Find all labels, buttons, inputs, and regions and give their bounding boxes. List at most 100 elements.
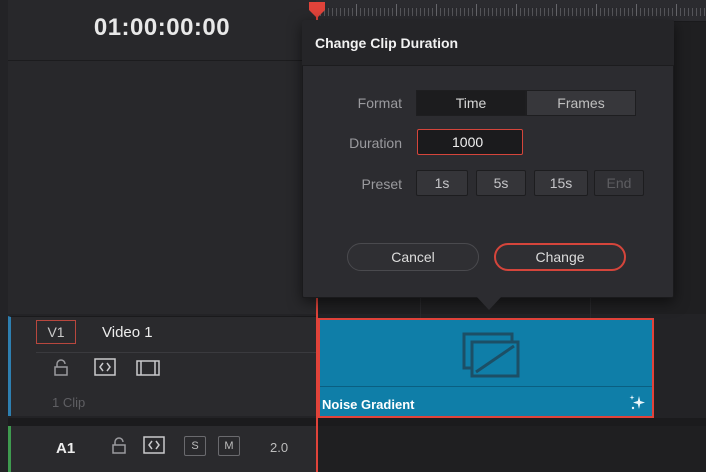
ruler-tick (416, 8, 417, 16)
audio-level: 2.0 (270, 440, 289, 455)
ruler-tick (584, 8, 585, 16)
ruler-tick (420, 8, 421, 16)
ruler-tick (512, 8, 513, 16)
ruler-tick (408, 8, 409, 16)
track-id-a1[interactable]: A1 (56, 440, 75, 457)
ruler-tick (448, 8, 449, 16)
ruler-tick (624, 8, 625, 16)
ruler-tick (532, 8, 533, 16)
ruler-tick (336, 8, 337, 16)
ruler-tick (444, 8, 445, 16)
ruler-tick (432, 8, 433, 16)
ruler-tick (464, 8, 465, 16)
ruler-tick (516, 4, 517, 16)
ruler-tick (496, 8, 497, 16)
track-id-v1[interactable]: V1 (36, 320, 76, 344)
ruler-tick (568, 8, 569, 16)
ruler-tick (528, 8, 529, 16)
ruler-tick (328, 8, 329, 16)
preset-label: Preset (361, 176, 402, 192)
ruler-tick (544, 8, 545, 16)
solo-button[interactable]: S (184, 436, 206, 456)
ruler-tick (696, 8, 697, 16)
format-option-time[interactable]: Time (416, 90, 526, 116)
ruler-tick (436, 4, 437, 16)
preset-end-button[interactable]: End (594, 170, 644, 196)
playhead-handle-icon[interactable] (307, 0, 327, 20)
ruler-tick (680, 8, 681, 16)
format-option-frames[interactable]: Frames (526, 90, 636, 116)
duration-input[interactable] (417, 129, 523, 155)
preset-1s-button[interactable]: 1s (416, 170, 468, 196)
dialog-title: Change Clip Duration (315, 35, 459, 51)
ruler-tick (524, 8, 525, 16)
ruler-tick (608, 8, 609, 16)
audio-track-lane[interactable] (316, 426, 706, 472)
ruler-tick (564, 8, 565, 16)
ruler-tick (388, 8, 389, 16)
preset-15s-button[interactable]: 15s (534, 170, 588, 196)
auto-select-icon[interactable] (94, 358, 116, 381)
ruler-tick (664, 8, 665, 16)
ruler-tick (508, 8, 509, 16)
ruler-tick (700, 8, 701, 16)
ruler-tick (348, 8, 349, 16)
ruler-tick (440, 8, 441, 16)
timeline-ruler[interactable] (316, 0, 706, 22)
ruler-tick (628, 8, 629, 16)
cancel-button[interactable]: Cancel (347, 243, 479, 271)
ruler-tick (360, 8, 361, 16)
ruler-tick (344, 8, 345, 16)
ruler-tick (652, 8, 653, 16)
ruler-tick (468, 8, 469, 16)
ruler-tick (632, 8, 633, 16)
empty-track-header-area (8, 60, 316, 314)
ruler-tick (688, 8, 689, 16)
mute-button[interactable]: M (218, 436, 240, 456)
ruler-tick (656, 8, 657, 16)
ruler-tick (372, 8, 373, 16)
clip-count: 1 Clip (52, 395, 86, 410)
ruler-tick (504, 8, 505, 16)
ruler-tick (684, 8, 685, 16)
ruler-tick (368, 8, 369, 16)
divider (36, 352, 316, 353)
ruler-tick (384, 8, 385, 16)
format-label: Format (357, 95, 402, 111)
change-button[interactable]: Change (494, 243, 626, 271)
ruler-tick (412, 8, 413, 16)
ruler-tick (644, 8, 645, 16)
duration-label: Duration (349, 135, 402, 151)
ruler-tick (396, 4, 397, 16)
lock-icon[interactable] (110, 436, 128, 461)
ruler-tick (640, 8, 641, 16)
ruler-tick (492, 8, 493, 16)
ruler-tick (460, 8, 461, 16)
timecode-display[interactable]: 01:00:00:00 (8, 14, 316, 42)
ruler-tick (392, 8, 393, 16)
ruler-tick (660, 8, 661, 16)
ruler-tick (572, 8, 573, 16)
ruler-tick (500, 8, 501, 16)
ruler-tick (552, 8, 553, 16)
ruler-tick (424, 8, 425, 16)
ruler-tick (472, 8, 473, 16)
ruler-tick (456, 8, 457, 16)
preset-5s-button[interactable]: 5s (476, 170, 526, 196)
track-separator (8, 418, 706, 426)
ruler-tick (332, 8, 333, 16)
film-icon[interactable] (136, 360, 160, 381)
auto-select-icon[interactable] (143, 436, 165, 459)
ruler-tick (520, 8, 521, 16)
ruler-tick (616, 8, 617, 16)
ruler-tick (428, 8, 429, 16)
track-name-video-1[interactable]: Video 1 (102, 324, 153, 341)
ruler-tick (364, 8, 365, 16)
ruler-tick (480, 8, 481, 16)
ruler-tick (476, 4, 477, 16)
ruler-tick (376, 8, 377, 16)
ruler-tick (356, 4, 357, 16)
lock-icon[interactable] (52, 358, 70, 383)
ruler-tick (452, 8, 453, 16)
ruler-tick (340, 8, 341, 16)
